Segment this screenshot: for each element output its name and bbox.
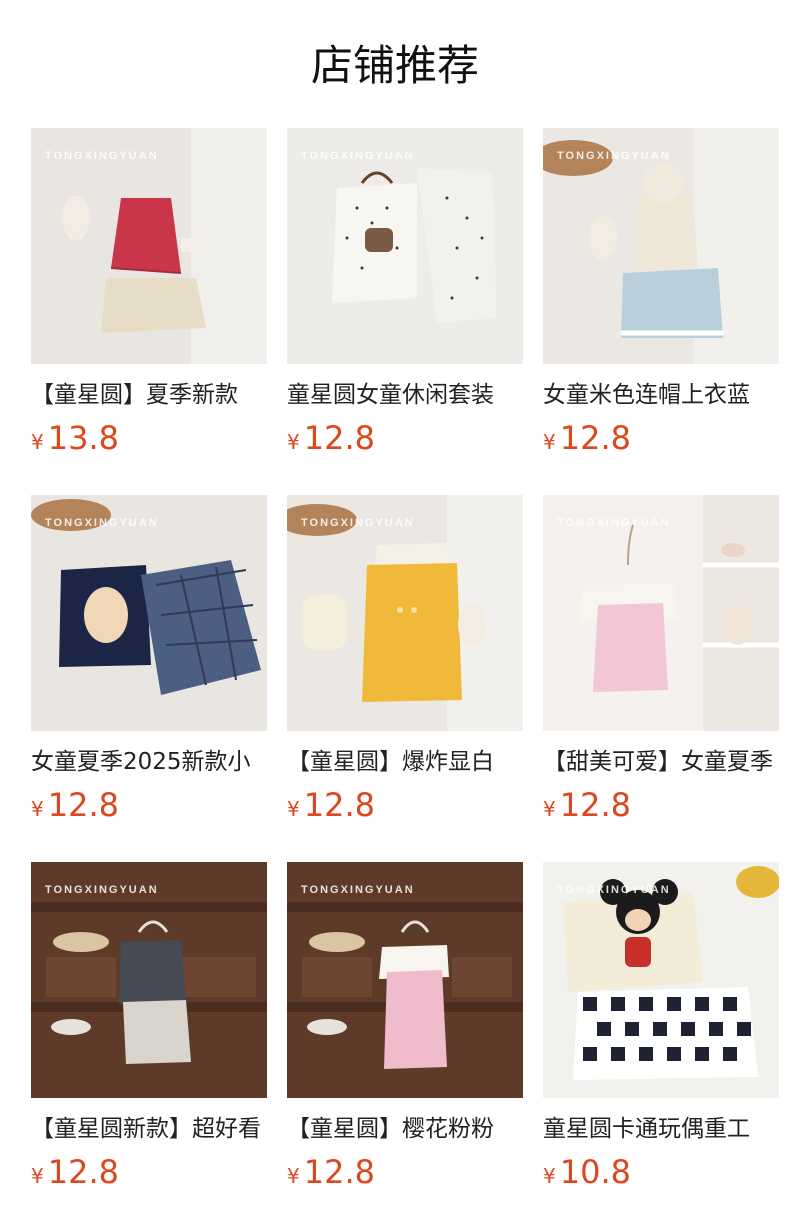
- watermark: TONGXINGYUAN: [301, 517, 415, 529]
- product-image[interactable]: TONGXINGYUAN: [543, 862, 779, 1098]
- product-price: ¥12.8: [287, 1152, 523, 1198]
- currency-symbol: ¥: [287, 430, 300, 454]
- price-value: 12.8: [303, 1153, 375, 1191]
- watermark: TONGXINGYUAN: [301, 150, 415, 162]
- product-name[interactable]: 【童星圆】夏季新款: [31, 378, 267, 412]
- product-image[interactable]: TONGXINGYUAN: [31, 128, 267, 364]
- currency-symbol: ¥: [287, 797, 300, 821]
- product-card[interactable]: TONGXINGYUAN 【甜美可爱】女童夏季 ¥12.8: [543, 495, 779, 862]
- price-value: 10.8: [559, 1153, 631, 1191]
- product-card[interactable]: TONGXINGYUAN 【童星圆】樱花粉粉 ¥12.8: [287, 862, 523, 1229]
- watermark: TONGXINGYUAN: [45, 884, 159, 896]
- page-title: 店铺推荐: [310, 41, 479, 90]
- product-card[interactable]: TONGXINGYUAN 童星圆女童休闲套装 ¥12.8: [287, 128, 523, 495]
- watermark: TONGXINGYUAN: [301, 884, 415, 896]
- price-value: 12.8: [559, 419, 631, 457]
- price-value: 13.8: [47, 419, 119, 457]
- watermark: TONGXINGYUAN: [45, 150, 159, 162]
- currency-symbol: ¥: [543, 430, 556, 454]
- product-image[interactable]: TONGXINGYUAN: [31, 495, 267, 731]
- product-price: ¥12.8: [31, 785, 267, 831]
- product-card[interactable]: TONGXINGYUAN 女童米色连帽上衣蓝 ¥12.8: [543, 128, 779, 495]
- product-price: ¥12.8: [31, 1152, 267, 1198]
- product-price: ¥12.8: [287, 418, 523, 464]
- product-name[interactable]: 女童夏季2025新款小: [31, 745, 267, 779]
- price-value: 12.8: [559, 786, 631, 824]
- watermark: TONGXINGYUAN: [557, 150, 671, 162]
- currency-symbol: ¥: [543, 797, 556, 821]
- product-image[interactable]: TONGXINGYUAN: [287, 862, 523, 1098]
- product-name[interactable]: 【童星圆】爆炸显白: [287, 745, 523, 779]
- watermark: TONGXINGYUAN: [557, 884, 671, 896]
- price-value: 12.8: [47, 1153, 119, 1191]
- currency-symbol: ¥: [287, 1164, 300, 1188]
- currency-symbol: ¥: [31, 797, 44, 821]
- product-name[interactable]: 【童星圆新款】超好看: [31, 1112, 267, 1146]
- product-name[interactable]: 女童米色连帽上衣蓝: [543, 378, 779, 412]
- product-image[interactable]: TONGXINGYUAN: [543, 128, 779, 364]
- product-image[interactable]: TONGXINGYUAN: [543, 495, 779, 731]
- product-name[interactable]: 【童星圆】樱花粉粉: [287, 1112, 523, 1146]
- product-name[interactable]: 童星圆女童休闲套装: [287, 378, 523, 412]
- product-card[interactable]: TONGXINGYUAN 女童夏季2025新款小 ¥12.8: [31, 495, 267, 862]
- product-price: ¥12.8: [543, 785, 779, 831]
- currency-symbol: ¥: [543, 1164, 556, 1188]
- product-name[interactable]: 【甜美可爱】女童夏季: [543, 745, 779, 779]
- product-price: ¥13.8: [31, 418, 267, 464]
- watermark: TONGXINGYUAN: [557, 517, 671, 529]
- product-price: ¥12.8: [543, 418, 779, 464]
- product-card[interactable]: TONGXINGYUAN 童星圆卡通玩偶重工 ¥10.8: [543, 862, 779, 1229]
- product-image[interactable]: TONGXINGYUAN: [287, 495, 523, 731]
- currency-symbol: ¥: [31, 430, 44, 454]
- price-value: 12.8: [303, 786, 375, 824]
- product-image[interactable]: TONGXINGYUAN: [31, 862, 267, 1098]
- price-value: 12.8: [303, 419, 375, 457]
- product-grid: TONGXINGYUAN 【童星圆】夏季新款 ¥13.8 TONGXINGYUA…: [31, 128, 790, 1229]
- product-price: ¥10.8: [543, 1152, 779, 1198]
- watermark: TONGXINGYUAN: [45, 517, 159, 529]
- currency-symbol: ¥: [31, 1164, 44, 1188]
- product-image[interactable]: TONGXINGYUAN: [287, 128, 523, 364]
- price-value: 12.8: [47, 786, 119, 824]
- product-price: ¥12.8: [287, 785, 523, 831]
- product-name[interactable]: 童星圆卡通玩偶重工: [543, 1112, 779, 1146]
- product-card[interactable]: TONGXINGYUAN 【童星圆】夏季新款 ¥13.8: [31, 128, 267, 495]
- product-card[interactable]: TONGXINGYUAN 【童星圆新款】超好看 ¥12.8: [31, 862, 267, 1229]
- product-card[interactable]: TONGXINGYUAN 【童星圆】爆炸显白 ¥12.8: [287, 495, 523, 862]
